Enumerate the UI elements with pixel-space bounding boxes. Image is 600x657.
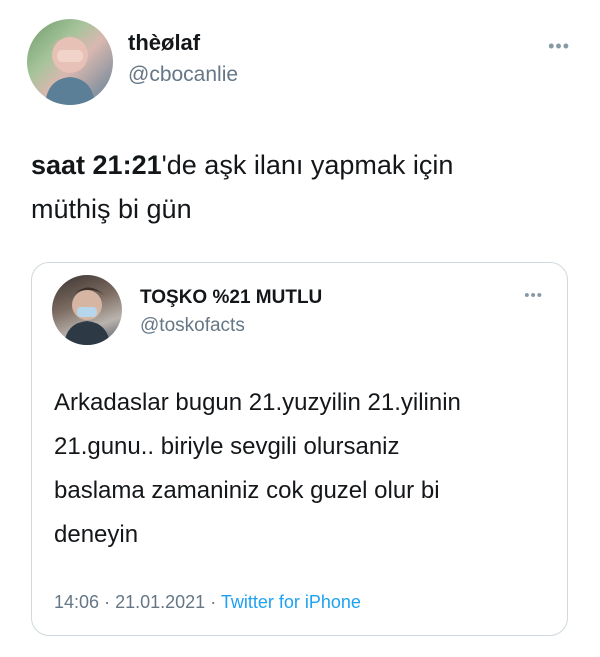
tweet-text: saat 21:21'de aşk ilanı yapmak için müth… (31, 143, 571, 231)
tweet-time[interactable]: 14:06 (54, 592, 99, 612)
tweet-date[interactable]: 21.01.2021 (115, 592, 205, 612)
quoted-text-line: deneyin (54, 521, 139, 548)
quoted-text-line: 21.gunu.. biriyle sevgili olursaniz (54, 433, 400, 460)
quoted-text: Arkadaslar bugun 21.yuzyilin 21.yilinin … (54, 381, 554, 557)
meta-separator: · (210, 592, 217, 612)
quoted-more-icon[interactable]: ••• (524, 287, 543, 304)
quoted-text-line: Arkadaslar bugun 21.yuzyilin 21.yilinin (54, 389, 461, 416)
tweet-text-bold: saat 21:21 (31, 150, 162, 180)
more-icon[interactable]: ••• (548, 36, 570, 57)
quoted-tweet[interactable]: TOŞKO %21 MUTLU @toskofacts ••• Arkadasl… (31, 262, 568, 636)
author-handle[interactable]: @cbocanlie (128, 63, 238, 87)
quoted-avatar[interactable] (52, 275, 122, 345)
tweet-source-link[interactable]: Twitter for iPhone (221, 592, 361, 612)
quoted-text-line: baslama zamaniniz cok guzel olur bi (54, 477, 440, 504)
tweet-meta: 14:06 · 21.01.2021 · Twitter for iPhone (54, 592, 361, 613)
tweet-text-line-2: müthiş bi gün (31, 194, 192, 224)
tweet-text-rest: 'de aşk ilanı yapmak için (161, 150, 454, 180)
quoted-author-handle[interactable]: @toskofacts (140, 315, 245, 337)
tweet: thèølaf @cbocanlie ••• saat 21:21'de aşk… (0, 0, 600, 657)
author-name[interactable]: thèølaf (128, 30, 200, 56)
avatar[interactable] (27, 19, 113, 105)
quoted-author-name[interactable]: TOŞKO %21 MUTLU (140, 287, 322, 309)
meta-separator: · (104, 592, 111, 612)
